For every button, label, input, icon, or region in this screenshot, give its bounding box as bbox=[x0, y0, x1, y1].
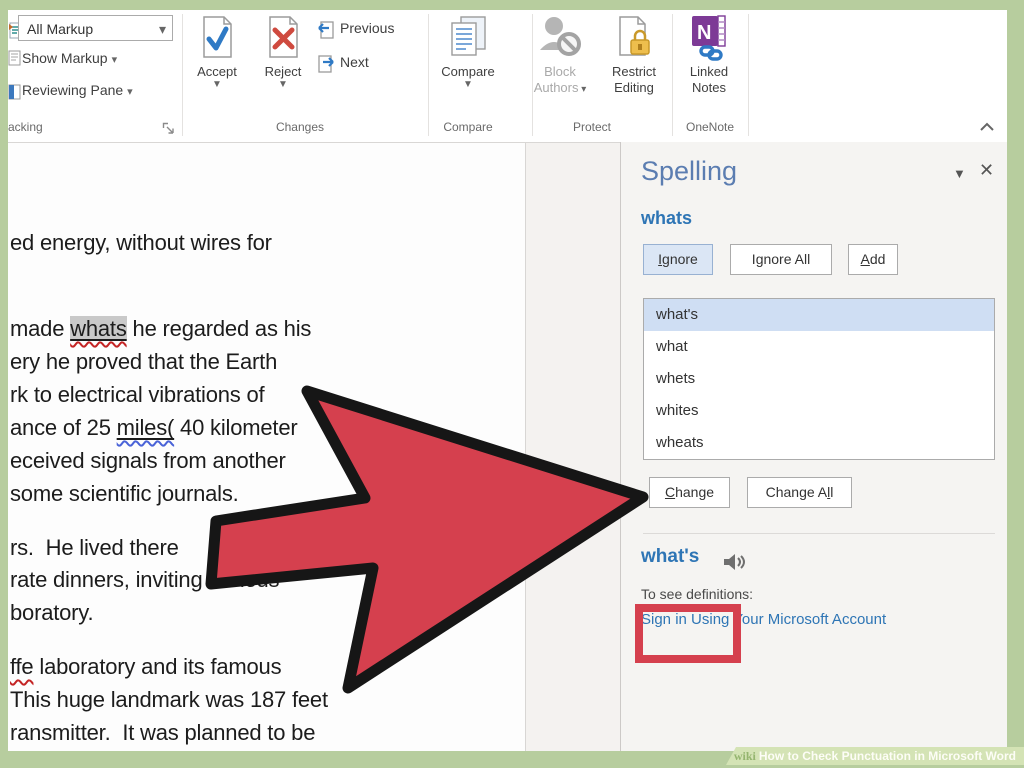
compare-group-label: Compare bbox=[428, 120, 508, 134]
document-line: ransmitter. It was planned to be bbox=[10, 720, 315, 746]
pane-divider bbox=[643, 533, 995, 534]
misspelled-word: whats bbox=[641, 208, 692, 229]
frame-border bbox=[1007, 0, 1024, 768]
document-line: ery he proved that the Earth bbox=[10, 349, 277, 375]
pane-close-icon[interactable]: ✕ bbox=[979, 160, 994, 181]
block-authors-button: Block Authors ▾ bbox=[528, 14, 592, 96]
ignore-button[interactable]: Ignore bbox=[643, 244, 713, 275]
page-lock-icon bbox=[602, 14, 666, 64]
group-separator bbox=[428, 14, 429, 136]
suggestion-item[interactable]: whets bbox=[644, 363, 994, 395]
document-line: ffe laboratory and its famous bbox=[10, 654, 281, 680]
speaker-icon[interactable] bbox=[723, 552, 747, 572]
document-line: ance of 25 miles( 40 kilometer bbox=[10, 415, 297, 441]
add-button[interactable]: Add bbox=[848, 244, 898, 275]
document-line: rs. He lived there bbox=[10, 535, 179, 561]
chevron-down-icon: ▾ bbox=[112, 54, 118, 66]
frame-border bbox=[0, 0, 8, 768]
document-page[interactable]: ed energy, without wires for made whats h… bbox=[8, 142, 526, 751]
suggestion-item[interactable]: whites bbox=[644, 395, 994, 427]
pane-title: Spelling bbox=[641, 156, 737, 187]
markup-selector-value: All Markup bbox=[27, 21, 93, 37]
misspelled-word-highlight: whats bbox=[70, 316, 126, 341]
group-separator bbox=[748, 14, 749, 136]
markup-selector-dropdown[interactable]: All Markup ▾ bbox=[18, 15, 173, 41]
chevron-down-icon: ▾ bbox=[127, 86, 133, 98]
screenshot-root: All Markup ▾ Show Markup▾ Reviewing Pane… bbox=[0, 0, 1024, 768]
dialog-launcher-icon[interactable] bbox=[162, 122, 175, 135]
protect-group-label: Protect bbox=[552, 120, 632, 134]
frame-border bbox=[0, 0, 1024, 10]
reviewing-pane-icon bbox=[8, 84, 21, 100]
document-line: some scientific journals. bbox=[10, 481, 239, 507]
previous-button[interactable]: Previous bbox=[340, 20, 394, 36]
tracking-group-label: acking bbox=[8, 120, 78, 134]
ribbon-review-tab: All Markup ▾ Show Markup▾ Reviewing Pane… bbox=[8, 10, 1007, 143]
document-line: ed energy, without wires for bbox=[10, 230, 272, 256]
chevron-down-icon: ▼ bbox=[436, 80, 500, 90]
document-line: rk to electrical vibrations of bbox=[10, 382, 264, 408]
suggestion-listbox: what'swhatwhetswhiteswheats bbox=[643, 298, 995, 460]
suggestion-item[interactable]: what's bbox=[644, 299, 994, 331]
reject-button[interactable]: Reject ▼ bbox=[251, 14, 315, 90]
document-line: rate dinners, inviting famous bbox=[10, 567, 279, 593]
suggestion-item[interactable]: what bbox=[644, 331, 994, 363]
document-check-icon bbox=[185, 14, 249, 64]
svg-text:N: N bbox=[697, 22, 711, 44]
show-markup-icon bbox=[8, 50, 21, 66]
chevron-down-icon: ▼ bbox=[251, 80, 315, 90]
collapse-ribbon-chevron-up-icon[interactable] bbox=[978, 120, 996, 134]
watermark-title: How to Check Punctuation in Microsoft Wo… bbox=[759, 749, 1016, 763]
grammar-flagged-word: miles( bbox=[117, 415, 174, 440]
changes-group-label: Changes bbox=[260, 120, 340, 134]
chevron-down-icon: ▾ bbox=[159, 16, 166, 42]
watermark-brand: wiki bbox=[734, 749, 756, 763]
show-markup-button[interactable]: Show Markup▾ bbox=[22, 50, 117, 72]
document-line: made whats he regarded as his bbox=[10, 316, 311, 342]
accept-button[interactable]: Accept ▼ bbox=[185, 14, 249, 90]
documents-compare-icon bbox=[436, 14, 500, 64]
restrict-editing-button[interactable]: Restrict Editing bbox=[602, 14, 666, 96]
change-button[interactable]: Change bbox=[649, 477, 730, 508]
document-line: eceived signals from another bbox=[10, 448, 286, 474]
document-line: boratory. bbox=[10, 600, 93, 626]
next-button[interactable]: Next bbox=[340, 54, 369, 70]
chevron-down-icon: ▼ bbox=[185, 80, 249, 90]
onenote-linked-icon: N bbox=[677, 14, 741, 64]
document-line: This huge landmark was 187 feet bbox=[10, 687, 328, 713]
pane-menu-chevron-down-icon[interactable]: ▼ bbox=[953, 166, 966, 181]
pronunciation-word: what's bbox=[641, 546, 699, 568]
change-all-button[interactable]: Change All bbox=[747, 477, 852, 508]
person-blocked-icon bbox=[528, 14, 592, 64]
suggestion-item[interactable]: wheats bbox=[644, 427, 994, 459]
definitions-hint: To see definitions: bbox=[641, 586, 753, 602]
ignore-all-button[interactable]: Ignore All bbox=[730, 244, 832, 275]
reviewing-pane-button[interactable]: Reviewing Pane▾ bbox=[22, 82, 133, 104]
chevron-down-icon: ▾ bbox=[579, 84, 587, 95]
linked-notes-button[interactable]: N Linked Notes bbox=[677, 14, 741, 96]
group-separator bbox=[182, 14, 183, 136]
page-arrow-left-icon bbox=[316, 20, 336, 40]
compare-button[interactable]: Compare ▼ bbox=[436, 14, 500, 90]
group-separator bbox=[672, 14, 673, 136]
page-arrow-right-icon bbox=[316, 54, 336, 74]
document-x-icon bbox=[251, 14, 315, 64]
onenote-group-label: OneNote bbox=[670, 120, 750, 134]
change-button-annotation bbox=[635, 604, 741, 663]
misspelled-word: ffe bbox=[10, 654, 33, 679]
watermark: wikiHow to Check Punctuation in Microsof… bbox=[726, 747, 1024, 765]
